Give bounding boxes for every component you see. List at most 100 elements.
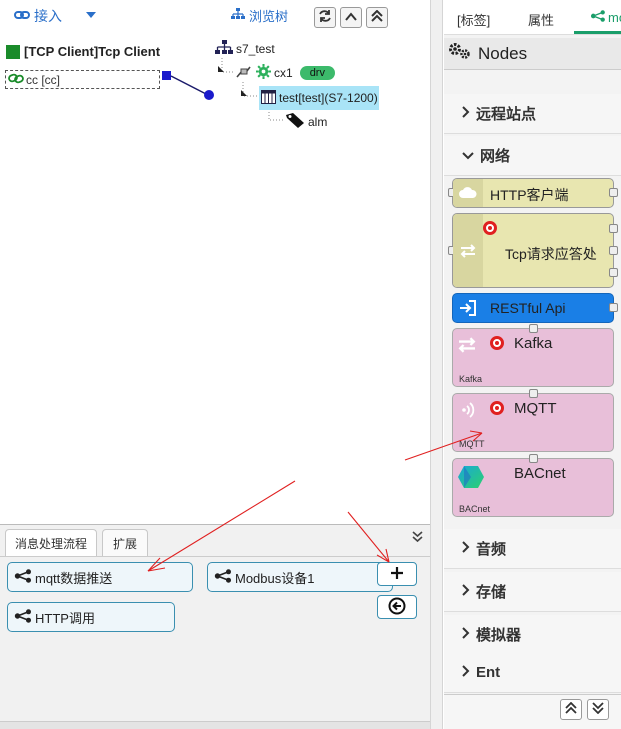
node-tcp-request[interactable]: Tcp请求应答处: [448, 213, 618, 288]
collapse-up-button[interactable]: [340, 7, 362, 28]
add-flow-button[interactable]: [377, 562, 417, 586]
node-bacnet-sublabel: BACnet: [459, 504, 491, 514]
chevron-up-icon: [345, 10, 357, 25]
tab-modules[interactable]: mo: [590, 10, 621, 25]
plus-icon: [390, 566, 404, 583]
collapse-panel-button[interactable]: [412, 531, 423, 546]
node-kafka[interactable]: Kafka Kafka: [452, 324, 614, 387]
status-target-icon: [490, 401, 504, 415]
tree-node-tag[interactable]: alm: [285, 112, 327, 131]
chevron-right-icon: [462, 540, 470, 557]
tree-connection-label: cx1: [274, 66, 293, 80]
flow-panel: 消息处理流程 扩展 mqtt数据推送 Modbus设备1 HTTP调用: [0, 524, 430, 729]
sitemap-icon: [231, 8, 245, 23]
category-network-label: 网络: [480, 148, 511, 165]
refresh-icon: [318, 9, 332, 26]
plug-icon: [235, 65, 253, 82]
flow-mqtt-push-label: mqtt数据推送: [35, 570, 113, 586]
tab-tags[interactable]: [标签]: [457, 10, 490, 29]
node-bacnet-label: BACnet: [514, 465, 566, 482]
category-ent[interactable]: Ent: [444, 653, 621, 693]
node-bacnet[interactable]: BACnet BACnet: [452, 454, 614, 517]
category-storage[interactable]: 存储: [444, 572, 621, 612]
double-chevron-up-icon: [565, 701, 577, 717]
top-toolbar: 接入 浏览树: [0, 0, 430, 30]
category-audio-label: 音频: [476, 541, 507, 558]
palette-tabs: [标签] 属性 mo: [444, 0, 621, 35]
node-kafka-label: Kafka: [514, 335, 553, 352]
status-target-icon: [483, 221, 497, 235]
category-simulator[interactable]: 模拟器: [444, 615, 621, 655]
node-mqtt-sublabel: MQTT: [459, 439, 485, 449]
node-tcp-request-label: Tcp请求应答处: [505, 246, 597, 262]
output-port[interactable]: [609, 303, 618, 312]
category-network[interactable]: 网络: [444, 136, 621, 176]
tree-node-root[interactable]: s7_test: [215, 40, 275, 58]
tab-extensions[interactable]: 扩展: [102, 529, 148, 556]
category-remote-sites[interactable]: 远程站点: [444, 94, 621, 134]
category-audio[interactable]: 音频: [444, 529, 621, 569]
tag-icon: [285, 112, 305, 131]
double-chevron-up-icon: [371, 9, 383, 25]
browse-tree-button[interactable]: 浏览树: [231, 6, 288, 25]
chevron-right-icon: [462, 583, 470, 600]
signal-icon: [461, 400, 477, 423]
driver-badge: drv: [299, 66, 335, 80]
link-icon: [8, 73, 24, 87]
node-http-client[interactable]: HTTP客户端: [448, 178, 618, 208]
collapse-all-palette-button[interactable]: [587, 699, 609, 720]
expand-all-button[interactable]: [560, 699, 582, 720]
tree-node-device[interactable]: test[test](S7-1200): [259, 86, 379, 110]
tab-message-flows-label: 消息处理流程: [14, 536, 87, 551]
node-restful-api[interactable]: RESTful Api: [452, 293, 618, 323]
tree-tag-label: alm: [308, 114, 328, 129]
node-restful-api-label: RESTful Api: [490, 300, 566, 316]
output-port[interactable]: [609, 224, 618, 233]
table-icon: [261, 89, 276, 107]
share-nodes-icon: [214, 568, 232, 586]
tcp-client-node[interactable]: [TCP Client]Tcp Client cc [cc]: [2, 40, 160, 96]
tab-properties[interactable]: 属性: [528, 10, 554, 29]
green-square-icon: [6, 44, 20, 59]
circle-arrow-left-icon: [388, 597, 406, 618]
palette-footer: [444, 694, 621, 729]
category-storage-label: 存储: [476, 584, 507, 601]
active-tab-indicator: [574, 31, 621, 34]
exchange-icon: [456, 337, 478, 356]
chevron-right-icon: [462, 105, 470, 122]
import-flow-button[interactable]: [377, 595, 417, 619]
caret-down-icon: [86, 6, 96, 22]
flow-modbus-device[interactable]: Modbus设备1: [207, 562, 393, 592]
top-port[interactable]: [529, 389, 538, 398]
chevron-down-icon: [462, 147, 474, 164]
tcp-client-connection[interactable]: cc [cc]: [5, 70, 160, 89]
link-icon: [14, 8, 30, 24]
nodes-header: Nodes: [444, 38, 621, 70]
tab-underline: [0, 556, 430, 557]
connect-dropdown-button[interactable]: [86, 6, 96, 22]
chevron-right-icon: [462, 664, 470, 681]
sign-in-icon: [453, 294, 483, 322]
chevron-right-icon: [462, 626, 470, 643]
node-mqtt[interactable]: MQTT MQTT: [452, 389, 614, 452]
node-http-client-label: HTTP客户端: [490, 187, 569, 203]
output-port[interactable]: [609, 246, 618, 255]
output-port[interactable]: [609, 188, 618, 197]
top-port[interactable]: [529, 324, 538, 333]
flow-http-call[interactable]: HTTP调用: [7, 602, 175, 632]
collapse-all-button[interactable]: [366, 7, 388, 28]
tree-node-connection[interactable]: cx1 drv: [235, 64, 335, 82]
refresh-button[interactable]: [314, 7, 336, 28]
category-remote-sites-label: 远程站点: [476, 106, 537, 123]
flow-mqtt-push[interactable]: mqtt数据推送: [7, 562, 193, 592]
browse-tree-label: 浏览树: [249, 9, 289, 24]
gear-icon: [256, 64, 271, 82]
top-port[interactable]: [529, 454, 538, 463]
tab-message-flows[interactable]: 消息处理流程: [5, 529, 97, 556]
tab-extensions-label: 扩展: [112, 536, 137, 551]
horizontal-scrollbar[interactable]: [0, 721, 430, 729]
output-port[interactable]: [609, 268, 618, 277]
panel-splitter[interactable]: [430, 0, 443, 729]
exchange-icon: [453, 214, 483, 287]
connect-button[interactable]: 接入: [14, 6, 62, 26]
